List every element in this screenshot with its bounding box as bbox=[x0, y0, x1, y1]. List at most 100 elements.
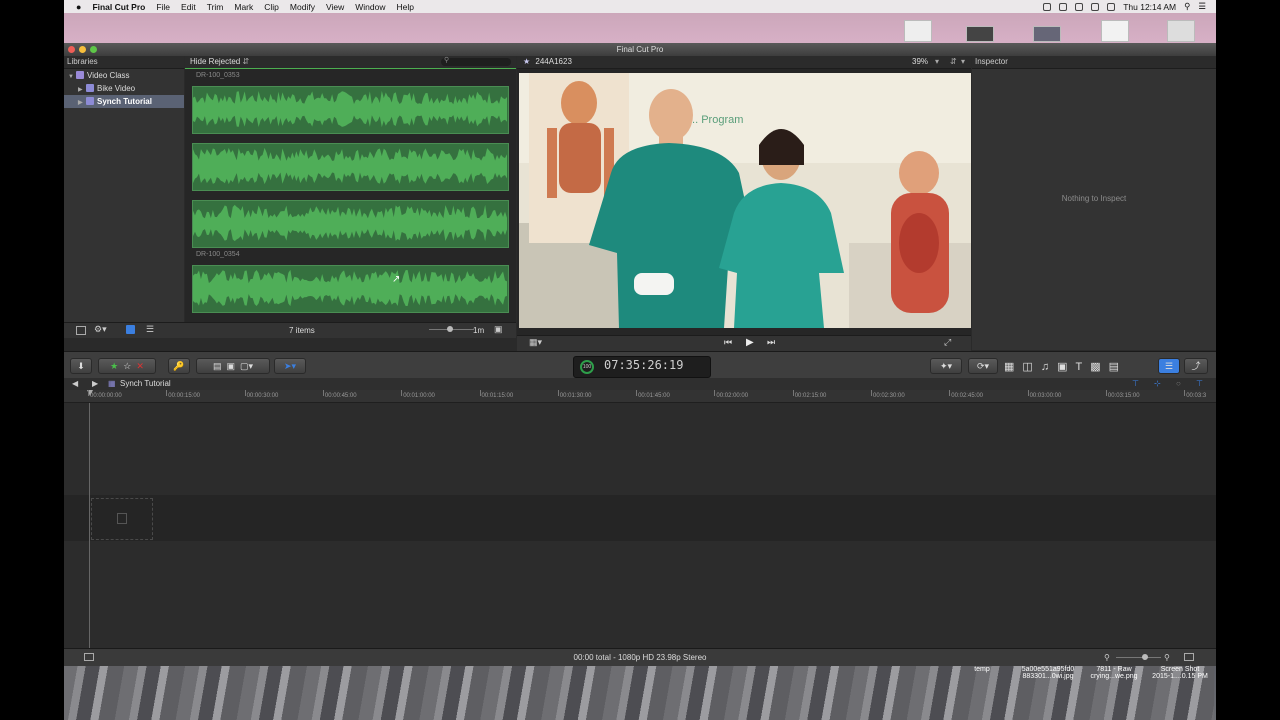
clip-appearance-icon[interactable] bbox=[1184, 653, 1194, 661]
video-frame[interactable]: ... Program bbox=[519, 73, 971, 328]
transitions-browser-icon[interactable]: ▣ bbox=[1057, 361, 1075, 373]
photos-browser-icon[interactable]: ◫ bbox=[1022, 361, 1040, 373]
library-toggle-icon[interactable] bbox=[76, 326, 86, 335]
effects-browser-icon[interactable]: ▦ bbox=[1004, 361, 1022, 373]
timeline-index-icon[interactable] bbox=[84, 653, 94, 661]
volume-icon[interactable] bbox=[1107, 2, 1116, 11]
list-view-icon[interactable]: ☰ bbox=[146, 324, 154, 335]
menu-modify[interactable]: Modify bbox=[290, 2, 315, 12]
viewer-panel: ★ 244A1623 39% ▾ ⇵ ▾ ... Program ▦▾ ⏮ ▶ … bbox=[517, 56, 971, 351]
zoom-dropdown-icon[interactable]: ▾ bbox=[935, 56, 939, 68]
share-button[interactable]: ⤴ bbox=[1184, 358, 1208, 374]
menu-edit[interactable]: Edit bbox=[181, 2, 196, 12]
append-clip-icon[interactable]: ▢▾ bbox=[240, 361, 253, 371]
transform-tool-icon[interactable]: ▦▾ bbox=[529, 337, 542, 348]
timeline-area[interactable] bbox=[64, 403, 1216, 648]
reject-icon[interactable]: ✕ bbox=[136, 361, 144, 371]
dashboard-timecode[interactable]: 100 07:35:26:19 bbox=[573, 356, 711, 378]
menu-window[interactable]: Window bbox=[355, 2, 385, 12]
retime-button[interactable]: ⟳▾ bbox=[968, 358, 998, 374]
skimming-icon[interactable]: ⊤ bbox=[1132, 378, 1139, 390]
import-button[interactable]: ⬇ bbox=[70, 358, 92, 374]
view-options-icon[interactable]: ⇵ bbox=[950, 56, 957, 68]
status-menu-icon[interactable] bbox=[1075, 2, 1084, 11]
snapping-icon[interactable]: ⊤ bbox=[1196, 378, 1203, 390]
fullscreen-icon[interactable]: ⤢ bbox=[944, 337, 951, 348]
timeline-ruler[interactable]: 00:00:00:00 00:00:15:00 00:00:30:00 00:00:4… bbox=[64, 390, 1216, 403]
menu-file[interactable]: File bbox=[156, 2, 170, 12]
app-menu[interactable]: Final Cut Pro bbox=[92, 2, 145, 12]
unrate-star-icon[interactable]: ☆ bbox=[123, 361, 131, 371]
browser-toggle-button[interactable]: ☰ bbox=[1158, 358, 1180, 374]
desktop-file-icon[interactable] bbox=[1167, 20, 1195, 42]
insert-clip-icon[interactable]: ▣ bbox=[226, 361, 235, 371]
enhancements-button[interactable]: ✦▾ bbox=[930, 358, 962, 374]
primary-storyline[interactable] bbox=[64, 495, 1216, 541]
viewer-zoom[interactable]: 39% bbox=[912, 56, 928, 68]
gear-icon[interactable]: ⚙▾ bbox=[94, 324, 107, 335]
slider-knob[interactable] bbox=[447, 326, 453, 332]
apple-menu-icon[interactable]: ● bbox=[76, 2, 81, 12]
menu-trim[interactable]: Trim bbox=[207, 2, 224, 12]
desktop-file-icon[interactable] bbox=[904, 20, 932, 42]
library-item-synch-tutorial[interactable]: ▶ Synch Tutorial bbox=[64, 95, 184, 108]
connect-clip-icon[interactable]: ▤ bbox=[213, 361, 222, 371]
view-dropdown-icon[interactable]: ▾ bbox=[961, 56, 965, 68]
hide-rejected-dropdown[interactable]: Hide Rejected bbox=[190, 57, 240, 66]
favorite-star-icon[interactable]: ★ bbox=[110, 361, 118, 371]
timeline-zoom-knob[interactable] bbox=[1142, 654, 1148, 660]
background-tasks-icon[interactable]: 100 bbox=[580, 360, 594, 374]
timeline-back-icon[interactable]: ◀ bbox=[72, 378, 78, 390]
timeline-zoom-slider[interactable] bbox=[1116, 657, 1161, 658]
filmstrip-view-icon[interactable] bbox=[126, 325, 135, 334]
keyword-button[interactable]: 🔑 bbox=[168, 358, 190, 374]
zoom-button[interactable] bbox=[90, 46, 97, 53]
themes-browser-icon[interactable]: ▤ bbox=[1109, 361, 1127, 373]
menu-clock[interactable]: Thu 12:14 AM bbox=[1123, 2, 1176, 12]
select-tool-button[interactable]: ➤▾ bbox=[274, 358, 306, 374]
solo-icon[interactable]: ○ bbox=[1176, 378, 1181, 390]
generators-browser-icon[interactable]: ▩ bbox=[1090, 361, 1108, 373]
notification-center-icon[interactable]: ☰ bbox=[1198, 1, 1206, 12]
audio-clip-waveform[interactable] bbox=[192, 200, 509, 248]
menu-clip[interactable]: Clip bbox=[264, 2, 279, 12]
music-browser-icon[interactable]: ♫ bbox=[1041, 361, 1057, 373]
waveform-settings-icon[interactable]: ▣ bbox=[494, 324, 503, 335]
minimize-button[interactable] bbox=[79, 46, 86, 53]
audio-clip-waveform[interactable] bbox=[192, 265, 509, 313]
zoom-in-icon[interactable]: ⚲ bbox=[1164, 649, 1170, 666]
menu-help[interactable]: Help bbox=[396, 2, 413, 12]
wifi-icon[interactable] bbox=[1091, 2, 1100, 11]
timeline-forward-icon[interactable]: ▶ bbox=[92, 378, 98, 390]
ruler-label: 00:02:45:00 bbox=[951, 393, 983, 399]
desktop-file-label[interactable]: 7811 - Raw crying...we.png bbox=[1084, 666, 1144, 680]
browser-search-field[interactable]: ⚲ bbox=[441, 57, 511, 66]
previous-frame-icon[interactable]: ⏮ bbox=[724, 337, 732, 348]
titles-browser-icon[interactable]: T bbox=[1075, 361, 1090, 373]
zoom-out-icon[interactable]: ⚲ bbox=[1104, 649, 1110, 666]
desktop-file-label[interactable]: 5a00e551a95fd0 883301...0wi.jpg bbox=[1010, 666, 1086, 680]
audio-skimming-icon[interactable]: ⊹ bbox=[1154, 378, 1161, 390]
desktop-file-label[interactable]: temp bbox=[960, 666, 1004, 673]
close-button[interactable] bbox=[68, 46, 75, 53]
next-frame-icon[interactable]: ⏭ bbox=[767, 337, 775, 348]
playhead-line[interactable] bbox=[89, 403, 90, 648]
status-menu-icon[interactable] bbox=[1043, 2, 1052, 11]
library-item-video-class[interactable]: ▼ Video Class bbox=[64, 69, 184, 82]
menu-view[interactable]: View bbox=[326, 2, 344, 12]
desktop-file-label[interactable]: Screen Shot 2015-1....0.15 PM bbox=[1146, 666, 1214, 680]
audio-clip-waveform[interactable] bbox=[192, 143, 509, 191]
empty-storyline-placeholder[interactable] bbox=[91, 498, 153, 540]
disclosure-triangle-icon[interactable]: ▶ bbox=[78, 97, 86, 110]
play-icon[interactable]: ▶ bbox=[746, 337, 754, 348]
disclosure-triangle-icon[interactable]: ▼ bbox=[68, 71, 76, 84]
browser-progress-line bbox=[185, 68, 516, 69]
desktop-file-icon[interactable] bbox=[966, 26, 994, 42]
menu-mark[interactable]: Mark bbox=[234, 2, 253, 12]
status-menu-icon[interactable] bbox=[1059, 2, 1068, 11]
spotlight-icon[interactable]: ⚲ bbox=[1184, 1, 1190, 12]
desktop-file-icon[interactable] bbox=[1033, 26, 1061, 42]
desktop-file-icon[interactable] bbox=[1101, 20, 1129, 42]
audio-clip-waveform[interactable] bbox=[192, 86, 509, 134]
library-item-bike-video[interactable]: ▶ Bike Video bbox=[64, 82, 184, 95]
